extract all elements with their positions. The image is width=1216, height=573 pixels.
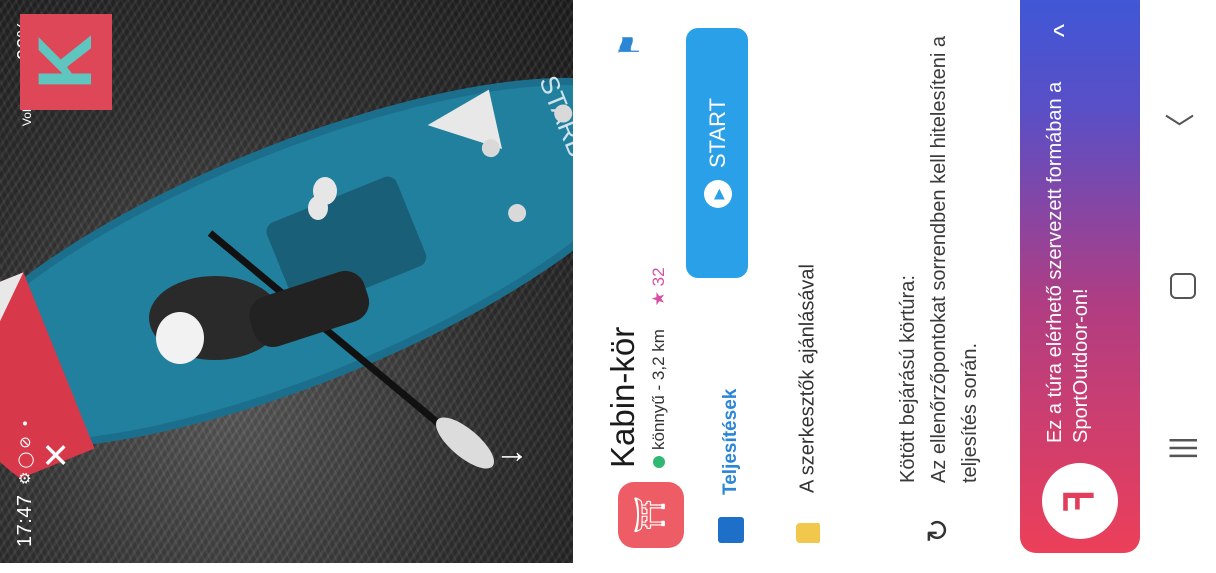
route-type-title: Kötött bejárású körtúra:: [897, 275, 919, 483]
distance-label: 3,2 km: [649, 329, 668, 381]
back-icon[interactable]: 〈: [1160, 103, 1204, 153]
difficulty-dot: [653, 456, 665, 468]
loop-icon: ↻: [922, 517, 955, 543]
screen: STARBOARD 17:47 ⚙◯⊘ • VoLTE 4G 96% ↓: [0, 0, 1216, 573]
achievements-icon: [718, 517, 744, 543]
difficulty-label: könnyű: [649, 395, 668, 450]
recent-apps-icon[interactable]: |||: [1160, 423, 1204, 473]
achievements-link[interactable]: Teljesítések: [718, 389, 758, 543]
status-time: 17:47: [14, 494, 36, 547]
bookmark-icon[interactable]: ⚑: [612, 27, 648, 63]
start-button[interactable]: ▶ START: [686, 28, 748, 278]
system-nav-bar: ||| 〈: [1150, 0, 1216, 573]
home-icon[interactable]: [1160, 261, 1204, 311]
promo-banner[interactable]: ꟻ Ez a túra elérhető szervezett formában…: [1020, 0, 1140, 553]
promo-text: Ez a túra elérhető szervezett formában a…: [1044, 81, 1092, 443]
chevron-up-icon[interactable]: ^: [1048, 24, 1080, 37]
recommendation-icon: [796, 523, 820, 543]
tour-meta: könnyű - 3,2 km ★ 32: [649, 267, 669, 468]
notification-icons: ⚙◯⊘ •: [17, 417, 34, 485]
gate-icon: ⛩: [618, 482, 684, 548]
route-type-description: Az ellenőrzőpontokat sorrendben kell hit…: [928, 36, 981, 483]
star-icon: ★: [649, 291, 668, 307]
sportoutdoor-logo: ꟻ: [1042, 463, 1118, 539]
editors-recommendation: A szerkesztők ajánlásával: [796, 264, 820, 543]
tour-title: Kabin-kör: [604, 326, 641, 468]
star-count: 32: [649, 267, 668, 287]
play-icon: ▶: [704, 180, 733, 209]
close-icon[interactable]: ✕: [38, 435, 76, 475]
start-label: START: [705, 97, 731, 169]
arrow-down-icon[interactable]: ↓: [491, 437, 529, 477]
hero-image: STARBOARD 17:47 ⚙◯⊘ • VoLTE 4G 96% ↓: [0, 0, 573, 563]
recommendation-label: A szerkesztők ajánlásával: [796, 263, 819, 493]
achievements-label: Teljesítések: [720, 388, 741, 495]
brand-logo: K: [20, 14, 112, 110]
